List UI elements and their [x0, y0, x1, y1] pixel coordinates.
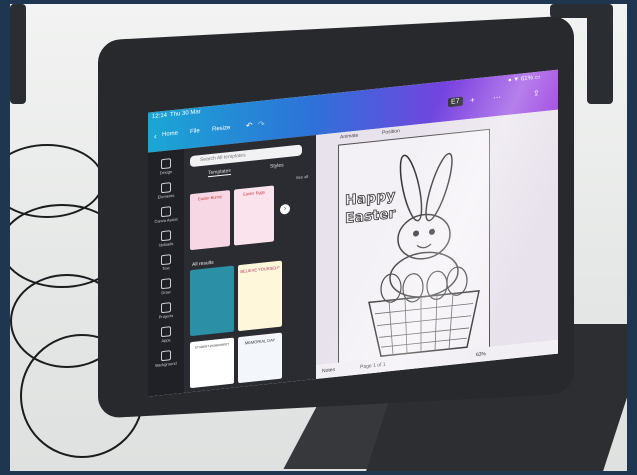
design-icon: [161, 158, 171, 170]
sidebar-label: Draw: [161, 289, 171, 296]
folder-icon: [161, 302, 171, 314]
template-thumbnail[interactable]: BELIEVE YOURSELF: [238, 260, 282, 332]
user-avatar[interactable]: E7: [448, 96, 463, 108]
ipad-body: 12:14 Thu 30 Mar ● ▼ 61% ▭ ‹ Home File R…: [98, 15, 574, 419]
back-chevron-icon[interactable]: ‹: [154, 132, 157, 141]
sidebar-label: Canva Assist: [154, 216, 178, 224]
elements-icon: [161, 182, 171, 194]
chair-leg-left: [10, 4, 26, 104]
editor-sidebar: Design Elements Canva Assist Uploads Tex…: [148, 148, 184, 397]
chair-leg-right: [587, 4, 613, 104]
undo-icon[interactable]: ↶: [246, 121, 253, 131]
notes-button[interactable]: Notes: [322, 367, 335, 374]
template-thumbnail[interactable]: Easter Bunny: [190, 190, 230, 251]
add-collaborator-button[interactable]: +: [470, 95, 475, 104]
section-heading: All results: [192, 259, 214, 268]
template-thumbnail[interactable]: Easter Eggs: [234, 185, 274, 246]
templates-panel: Search All templates Templates Styles Se…: [184, 134, 316, 393]
zoom-level[interactable]: 63%: [476, 351, 486, 358]
sidebar-item-design[interactable]: Design: [150, 157, 182, 176]
design-page[interactable]: Happy Easter: [338, 128, 490, 375]
tab-templates[interactable]: Templates: [208, 167, 231, 178]
easter-bunny-illustration: [368, 152, 480, 357]
sidebar-item-assist[interactable]: Canva Assist: [150, 205, 182, 224]
upload-cloud-icon: [161, 230, 171, 242]
apps-icon: [161, 326, 171, 338]
design-canvas: Animate Position Happy Easter: [316, 109, 558, 379]
sidebar-label: Text: [162, 265, 170, 272]
tab-styles[interactable]: Styles: [270, 162, 284, 169]
sidebar-item-background[interactable]: Background: [150, 349, 182, 368]
sidebar-label: Design: [159, 169, 173, 176]
sidebar-item-elements[interactable]: Elements: [150, 181, 182, 200]
assist-icon: [161, 206, 171, 218]
sidebar-label: Elements: [157, 192, 175, 200]
template-title: Easter Bunny: [197, 193, 222, 202]
status-time: 12:14: [152, 112, 168, 121]
home-link[interactable]: Home: [162, 130, 178, 138]
see-all-link[interactable]: See all: [296, 174, 308, 180]
redo-icon[interactable]: ↷: [258, 119, 265, 129]
share-icon[interactable]: ⇪: [533, 89, 540, 99]
text-icon: [161, 254, 171, 266]
sidebar-label: Uploads: [158, 240, 174, 248]
background-icon: [161, 350, 171, 362]
resize-menu[interactable]: Resize: [212, 125, 230, 133]
position-button[interactable]: Position: [382, 128, 400, 136]
sidebar-item-draw[interactable]: Draw: [150, 277, 182, 296]
animate-button[interactable]: Animate: [340, 133, 358, 141]
sidebar-label: Projects: [158, 312, 174, 320]
status-date: Thu 30 Mar: [170, 109, 201, 119]
template-title: Easter Eggs: [243, 189, 265, 197]
sidebar-item-uploads[interactable]: Uploads: [150, 229, 182, 248]
carousel-next-arrow[interactable]: ›: [280, 203, 290, 215]
more-options-icon[interactable]: ⋯: [493, 93, 501, 103]
ipad-screen: 12:14 Thu 30 Mar ● ▼ 61% ▭ ‹ Home File R…: [148, 69, 558, 397]
template-thumbnail[interactable]: [190, 265, 234, 337]
chair-leg-bar: [550, 4, 610, 18]
sidebar-item-apps[interactable]: Apps: [150, 325, 182, 344]
template-thumbnail[interactable]: MEMORIAL DAY: [238, 332, 282, 384]
sidebar-item-text[interactable]: Text: [150, 253, 182, 272]
sidebar-label: Apps: [161, 337, 171, 344]
sidebar-label: Background: [155, 360, 177, 368]
template-thumbnail[interactable]: STUDENT WORKSHEET: [190, 337, 234, 389]
draw-icon: [161, 278, 171, 290]
sidebar-item-projects[interactable]: Projects: [150, 301, 182, 320]
page-indicator[interactable]: Page 1 of 1: [360, 362, 386, 371]
status-battery: ● ▼ 61% ▭: [508, 74, 541, 84]
photo-frame: 12:14 Thu 30 Mar ● ▼ 61% ▭ ‹ Home File R…: [0, 0, 637, 475]
photograph: 12:14 Thu 30 Mar ● ▼ 61% ▭ ‹ Home File R…: [10, 4, 627, 471]
template-title: STUDENT WORKSHEET: [194, 342, 230, 350]
file-menu[interactable]: File: [190, 128, 200, 135]
template-title: BELIEVE YOURSELF: [240, 264, 280, 274]
template-title: MEMORIAL DAY: [244, 337, 276, 346]
